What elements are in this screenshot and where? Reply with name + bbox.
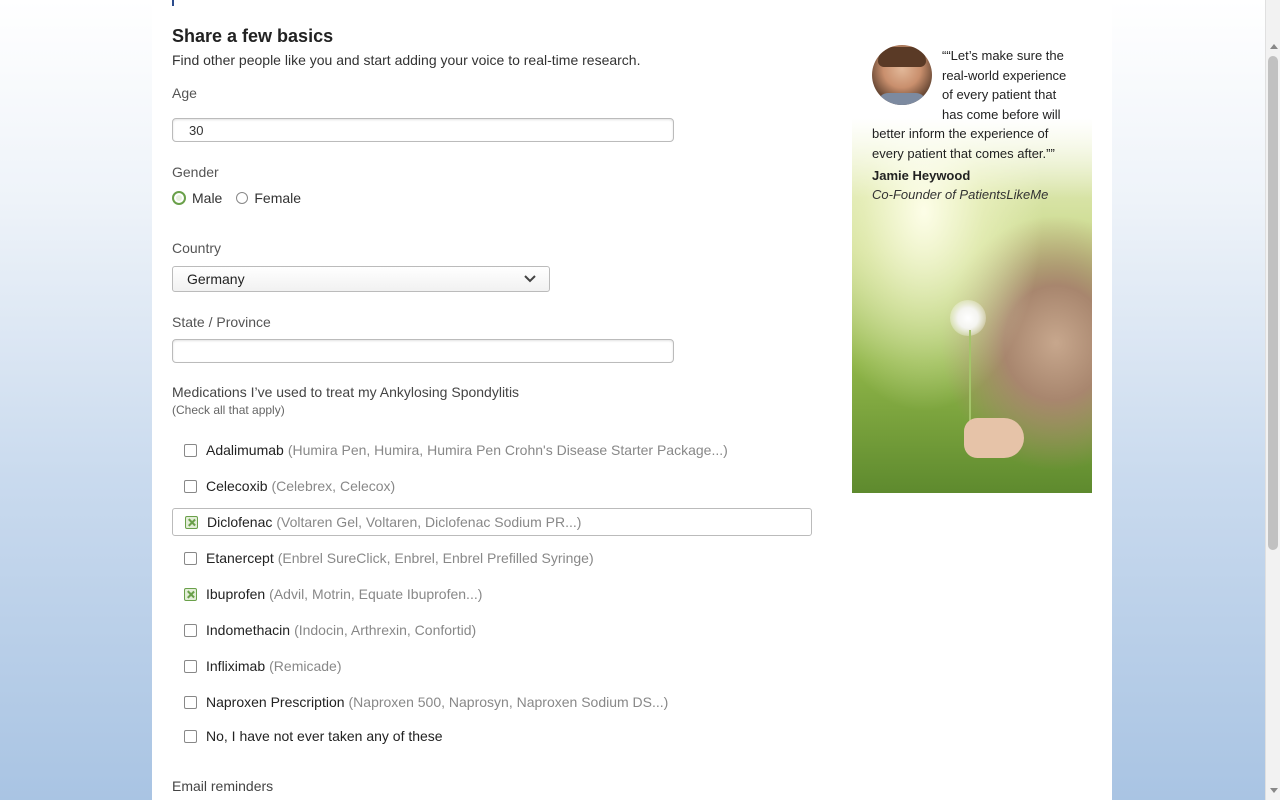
medication-checkbox[interactable] xyxy=(184,695,197,709)
medication-name: Etanercept xyxy=(206,550,274,566)
testimonial-quote: ““Let’s make sure the real-world experie… xyxy=(872,46,1077,163)
medications-title: Medications I’ve used to treat my Ankylo… xyxy=(172,384,520,400)
gender-radio-male[interactable] xyxy=(172,191,186,205)
country-selected-value: Germany xyxy=(187,271,245,287)
section-heading: Share a few basics xyxy=(172,26,334,46)
medication-name: Celecoxib xyxy=(206,478,268,494)
medication-brands: (Advil, Motrin, Equate Ibuprofen...) xyxy=(269,586,483,602)
gender-option-label: Male xyxy=(192,190,223,206)
medication-row-ibuprofen[interactable]: Ibuprofen (Advil, Motrin, Equate Ibuprof… xyxy=(172,580,812,608)
top-edge-marker xyxy=(172,0,174,6)
email-reminders-label: Email reminders xyxy=(172,778,274,794)
state-label: State / Province xyxy=(172,314,271,330)
medication-brands: (Remicade) xyxy=(269,658,342,674)
medication-brands: (Humira Pen, Humira, Humira Pen Crohn's … xyxy=(287,442,728,458)
gender-radio-group: Male Female xyxy=(172,190,301,206)
medication-brands: (Celebrex, Celecox) xyxy=(271,478,396,494)
medication-row-adalimumab[interactable]: Adalimumab (Humira Pen, Humira, Humira P… xyxy=(172,436,812,464)
medication-checkbox[interactable] xyxy=(184,551,197,565)
scroll-down-arrow-icon[interactable] xyxy=(1270,788,1278,793)
medication-row-infliximab[interactable]: Infliximab (Remicade) xyxy=(172,652,812,680)
gender-option-label: Female xyxy=(254,190,302,206)
medication-name: Infliximab xyxy=(206,658,266,674)
medication-checkbox-checked[interactable] xyxy=(185,515,198,529)
medication-name: Indomethacin xyxy=(206,622,291,638)
state-input[interactable] xyxy=(172,339,674,363)
medication-checkbox[interactable] xyxy=(184,623,197,637)
country-label: Country xyxy=(172,240,222,256)
dandelion-seedhead xyxy=(950,300,986,336)
medication-checkbox[interactable] xyxy=(184,659,197,673)
scrollbar-thumb[interactable] xyxy=(1268,56,1278,550)
medication-checkbox[interactable] xyxy=(184,479,197,493)
medication-row-celecoxib[interactable]: Celecoxib (Celebrex, Celecox) xyxy=(172,472,812,500)
testimonial-role: Co-Founder of PatientsLikeMe xyxy=(872,187,1049,202)
gender-label: Gender xyxy=(172,164,219,180)
testimonial-panel: ““Let’s make sure the real-world experie… xyxy=(852,40,1092,493)
medication-row-etanercept[interactable]: Etanercept (Enbrel SureClick, Enbrel, En… xyxy=(172,544,812,572)
country-select[interactable]: Germany xyxy=(172,266,550,292)
chevron-down-icon xyxy=(524,275,536,283)
medication-checkbox-checked[interactable] xyxy=(184,587,197,601)
scroll-up-arrow-icon[interactable] xyxy=(1270,44,1278,49)
medications-hint: (Check all that apply) xyxy=(172,403,285,417)
medication-row-indomethacin[interactable]: Indomethacin (Indocin, Arthrexin, Confor… xyxy=(172,616,812,644)
section-subtitle: Find other people like you and start add… xyxy=(172,52,641,68)
medication-row-naproxen[interactable]: Naproxen Prescription (Naproxen 500, Nap… xyxy=(172,688,812,716)
signup-page: Share a few basics Find other people lik… xyxy=(152,0,1112,800)
medication-name: Adalimumab xyxy=(206,442,284,458)
medication-brands: (Voltaren Gel, Voltaren, Diclofenac Sodi… xyxy=(276,514,582,530)
medication-brands: (Indocin, Arthrexin, Confortid) xyxy=(294,622,477,638)
medication-checkbox[interactable] xyxy=(184,443,197,457)
medication-brands: (Naproxen 500, Naprosyn, Naproxen Sodium… xyxy=(348,694,669,710)
medication-name: No, I have not ever taken any of these xyxy=(206,728,443,744)
gender-radio-female[interactable] xyxy=(236,192,249,204)
medication-brands: (Enbrel SureClick, Enbrel, Enbrel Prefil… xyxy=(277,550,594,566)
medication-name: Ibuprofen xyxy=(206,586,266,602)
medication-row-none[interactable]: No, I have not ever taken any of these xyxy=(172,722,812,750)
medication-name: Naproxen Prescription xyxy=(206,694,345,710)
hand-image xyxy=(964,418,1024,458)
vertical-scrollbar[interactable] xyxy=(1265,0,1280,800)
age-label: Age xyxy=(172,85,197,101)
medication-checkbox[interactable] xyxy=(184,729,197,743)
medication-name: Diclofenac xyxy=(207,514,273,530)
testimonial-author: Jamie Heywood xyxy=(872,168,971,183)
medication-row-diclofenac[interactable]: Diclofenac (Voltaren Gel, Voltaren, Dicl… xyxy=(172,508,812,536)
age-input[interactable] xyxy=(172,118,674,142)
